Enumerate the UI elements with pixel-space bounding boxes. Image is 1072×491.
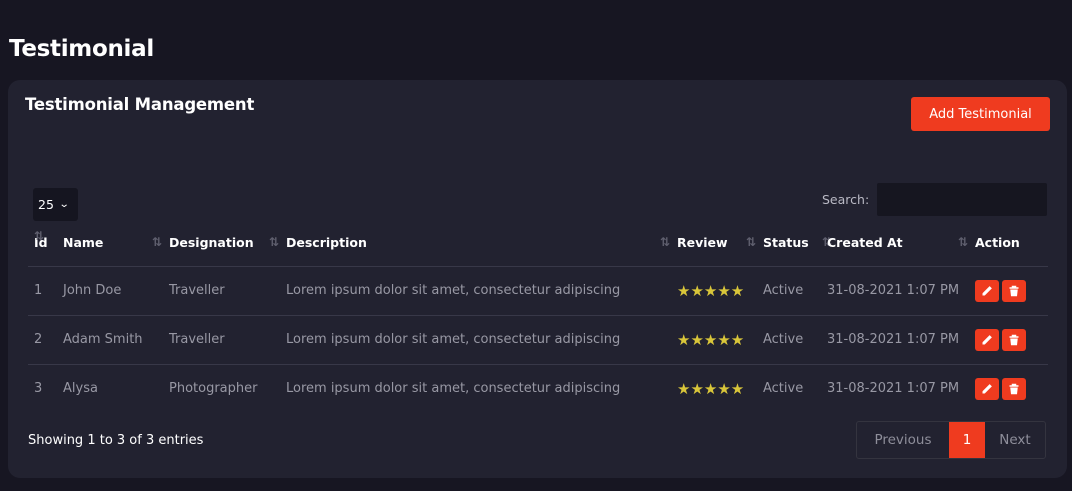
table-row: 1 John Doe Traveller Lorem ipsum dolor s… (28, 266, 1048, 316)
cell-designation: Traveller (163, 315, 280, 365)
page-button-current[interactable]: 1 (949, 422, 985, 458)
cell-designation: Photographer (169, 381, 258, 397)
previous-page-button[interactable]: Previous (857, 422, 949, 458)
sort-icon: ⇅ (957, 235, 968, 249)
star-rating: ★★★★★ (677, 281, 745, 300)
table-info: Showing 1 to 3 of 3 entries (28, 433, 204, 448)
cell-action (969, 315, 1048, 365)
delete-button[interactable] (1002, 328, 1026, 351)
cell-id: 3 (34, 381, 43, 397)
table-row: 3 Alysa Photographer Lorem ipsum dolor s… (28, 364, 1048, 413)
column-header-created-at[interactable]: Created At ⇅ (821, 220, 969, 267)
pencil-icon (982, 383, 992, 394)
cell-status: Active (757, 315, 821, 365)
column-header-action: Action (969, 220, 1048, 267)
length-value: 25 (38, 197, 54, 212)
trash-icon (1009, 334, 1019, 345)
edit-button[interactable] (975, 279, 999, 302)
cell-id: 1 (28, 266, 57, 316)
column-header-description[interactable]: Description ⇅ (280, 220, 671, 267)
table-header-row: Id ⇅ Name ⇅ Designation ⇅ Description ⇅ Revi… (28, 220, 1048, 267)
cell-name: Alysa (63, 381, 98, 397)
cell-created-at: 31-08-2021 1:07 PM (821, 315, 969, 365)
cell-review: ★★★★★ (671, 364, 757, 413)
pencil-icon (982, 334, 992, 344)
add-testimonial-button[interactable]: Add Testimonial (911, 97, 1050, 131)
sort-icon: ⇅ (34, 229, 44, 243)
entries-length-select[interactable]: 25 ⌄ (33, 188, 78, 221)
sort-icon: ⇅ (151, 235, 162, 249)
star-rating: ★★★★★ (677, 379, 745, 398)
testimonial-table: Id ⇅ Name ⇅ Designation ⇅ Description ⇅ Revi… (28, 220, 1048, 413)
column-header-review[interactable]: Review ⇅ (671, 220, 757, 267)
column-header-designation[interactable]: Designation ⇅ (163, 220, 280, 267)
cell-description: Lorem ipsum dolor sit amet, consectetur … (286, 381, 621, 397)
trash-icon (1009, 383, 1019, 394)
cell-id: 2 (28, 315, 57, 365)
table-row: 2 Adam Smith Traveller Lorem ipsum dolor… (28, 315, 1048, 365)
cell-status: Active (763, 381, 804, 397)
star-rating: ★★★★★ (677, 330, 745, 349)
card-title: Testimonial Management (25, 95, 255, 114)
testimonial-card: Testimonial Management Add Testimonial 2… (8, 80, 1067, 478)
edit-button[interactable] (975, 328, 999, 351)
search-input[interactable] (877, 183, 1047, 216)
pagination: Previous 1 Next (856, 421, 1046, 459)
chevron-down-icon: ⌄ (58, 199, 70, 210)
sort-icon: ⇅ (745, 235, 756, 249)
sort-icon: ⇅ (659, 235, 670, 249)
column-header-id[interactable]: Id ⇅ (28, 220, 57, 267)
page-title: Testimonial (9, 36, 154, 62)
pencil-icon (982, 285, 992, 295)
next-page-button[interactable]: Next (985, 422, 1045, 458)
cell-description: Lorem ipsum dolor sit amet, consectetur … (280, 315, 671, 365)
cell-name: Adam Smith (57, 315, 163, 365)
edit-button[interactable] (975, 377, 999, 400)
cell-created-at: 31-08-2021 1:07 PM (827, 381, 960, 397)
cell-description: Lorem ipsum dolor sit amet, consectetur … (280, 266, 671, 316)
delete-button[interactable] (1002, 377, 1026, 400)
column-header-name[interactable]: Name ⇅ (57, 220, 163, 267)
cell-status: Active (757, 266, 821, 316)
sort-icon: ⇅ (268, 235, 279, 249)
cell-created-at: 31-08-2021 1:07 PM (821, 266, 969, 316)
cell-review: ★★★★★ (671, 266, 757, 316)
cell-designation: Traveller (163, 266, 280, 316)
trash-icon (1009, 285, 1019, 296)
cell-review: ★★★★★ (671, 315, 757, 365)
cell-action (969, 266, 1048, 316)
column-header-status[interactable]: Status ⇅ (757, 220, 832, 267)
cell-name: John Doe (57, 266, 163, 316)
cell-action (969, 364, 1048, 413)
search-label: Search: (822, 192, 870, 207)
delete-button[interactable] (1002, 279, 1026, 302)
